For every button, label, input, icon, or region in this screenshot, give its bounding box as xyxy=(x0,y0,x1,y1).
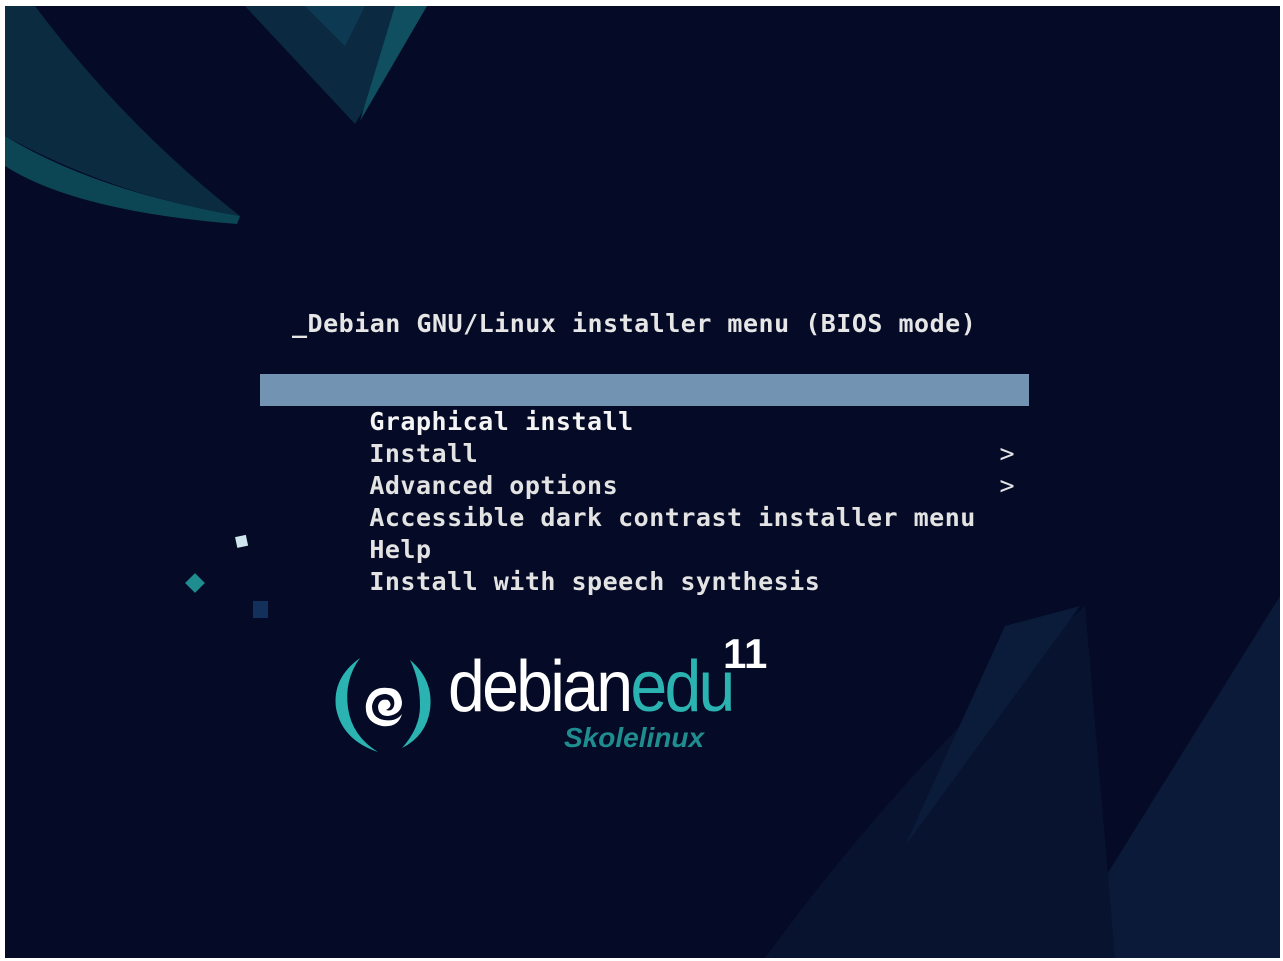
menu-item-speech-synthesis[interactable]: Install with speech synthesis xyxy=(260,534,1029,596)
menu-title: _Debian GNU/Linux installer menu (BIOS m… xyxy=(292,309,977,338)
menu-item-accessible-dark-contrast[interactable]: Accessible dark contrast installer menu … xyxy=(260,470,1029,532)
menu-item-install[interactable]: Install xyxy=(260,406,1029,468)
logo-word-debian: debian xyxy=(448,647,633,727)
decor-square xyxy=(253,601,268,618)
boot-menu: Graphical install Install Advanced optio… xyxy=(260,374,1029,596)
logo-word-edu: edu xyxy=(630,647,735,727)
decor-square xyxy=(185,573,205,593)
debian-swirl-icon xyxy=(335,658,431,752)
logo-wordmark: debianedu xyxy=(448,642,735,732)
debianedu-logo: debianedu 11 Skolelinux xyxy=(330,630,770,764)
chevron-right-icon: > xyxy=(999,439,1015,468)
logo-subtitle: Skolelinux xyxy=(564,722,705,753)
chevron-right-icon: > xyxy=(999,471,1015,500)
menu-item-advanced-options[interactable]: Advanced options > xyxy=(260,438,1029,500)
decor-square xyxy=(235,534,249,548)
menu-item-graphical-install[interactable]: Graphical install xyxy=(260,374,1029,436)
logo-version: 11 xyxy=(723,630,768,677)
menu-item-help[interactable]: Help xyxy=(260,502,1029,564)
menu-item-label: Install with speech synthesis xyxy=(369,567,821,596)
bg-arc-shape xyxy=(5,6,240,216)
boot-screen: _Debian GNU/Linux installer menu (BIOS m… xyxy=(5,6,1280,958)
